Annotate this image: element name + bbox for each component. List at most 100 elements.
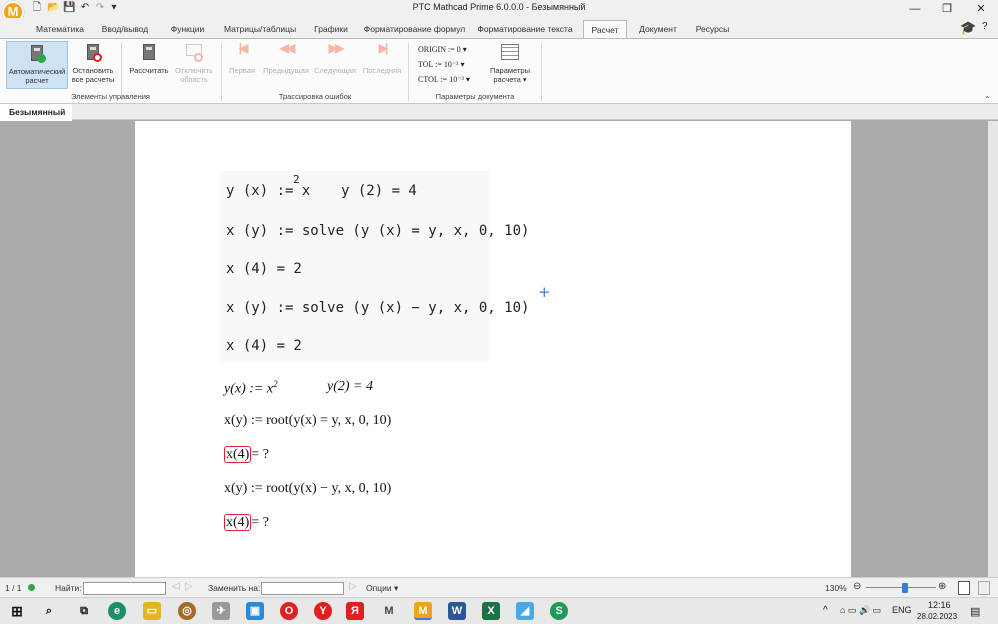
draft-view-icon[interactable] (978, 581, 990, 595)
undo-icon[interactable]: ↶ (79, 2, 91, 14)
open-folder-icon[interactable]: 📂 (47, 2, 59, 14)
doc-params-group-label: Параметры документа (435, 92, 515, 101)
math2-eval-y[interactable]: y(2) = 4 (327, 379, 373, 395)
next-icon: ▶▶ (328, 41, 344, 55)
close-button[interactable]: ✕ (966, 0, 996, 18)
app-icon-4[interactable]: ◢ (516, 602, 534, 620)
math-eval-x-1[interactable]: x (4) = 2 (226, 261, 302, 277)
redo-icon[interactable]: ↷ (94, 2, 106, 14)
calculate-button[interactable]: Рассчитать (126, 41, 172, 75)
stop-calc-button[interactable]: Остановить все расчеты (70, 41, 116, 84)
new-file-icon[interactable]: 🗋 (31, 2, 43, 14)
disable-region-icon (185, 44, 203, 62)
tol-param[interactable]: TOL := 10⁻³ ▾ (418, 60, 464, 69)
tray-icons[interactable]: ⌂ ▭ 🔊 ▭ (840, 605, 881, 616)
yandex-icon[interactable]: Я (346, 602, 364, 620)
crosshair-cursor-icon: + (538, 283, 551, 301)
zoom-slider-thumb[interactable] (902, 583, 908, 593)
last-icon: ▶| (378, 41, 389, 55)
app-icon-1[interactable]: ◎ (178, 602, 196, 620)
previous-icon: ◀◀ (279, 41, 295, 55)
math-eval-y[interactable]: y (2) = 4 (341, 183, 417, 199)
windows-start-icon[interactable]: ⊞ (8, 602, 26, 620)
math2-define-x-root-eq[interactable]: x(y) := root(y(x) = y, x, 0, 10) (224, 413, 391, 429)
search-icon[interactable]: ⌕ (40, 602, 58, 620)
trace-next-button[interactable]: ▶▶ Следующая (312, 41, 358, 75)
edge-browser-icon[interactable]: e (108, 602, 126, 620)
first-icon: |◀ (238, 41, 249, 55)
clock-time[interactable]: 12:16 (928, 600, 951, 610)
maximize-button[interactable]: ❐ (932, 0, 962, 18)
app-icon-5[interactable]: S (550, 602, 568, 620)
calculate-icon (140, 44, 158, 62)
help-icon[interactable]: ? (982, 21, 988, 32)
clock-date[interactable]: 28.02.2023 (917, 612, 957, 621)
calc-options-button[interactable]: Параметры расчета ▾ (484, 41, 536, 84)
math-define-x-solve-diff[interactable]: x (y) := solve (y (x) − y, x, 0, 10) (226, 300, 529, 316)
error-highlight[interactable]: x(4) (224, 514, 252, 531)
quick-access-dropdown-icon[interactable]: ▾ (108, 2, 120, 14)
tray-chevron-icon[interactable]: ^ (823, 605, 828, 616)
auto-calc-button[interactable]: Автоматический расчет (6, 41, 68, 89)
file-explorer-icon[interactable]: ▭ (143, 602, 161, 620)
language-indicator[interactable]: ENG (892, 605, 912, 615)
math2-define-y[interactable]: y(x) := x2 (224, 379, 278, 398)
find-next-icon[interactable]: ▷ (185, 581, 193, 592)
task-view-icon[interactable]: ⧉ (75, 602, 93, 620)
chevron-down-icon: ▾ (522, 75, 527, 84)
tab-text-formatting[interactable]: Форматирование текста (475, 20, 575, 38)
graduation-cap-icon[interactable]: 🎓 (960, 20, 976, 36)
find-input[interactable] (83, 582, 166, 595)
tab-calculation[interactable]: Расчет (583, 20, 627, 38)
vertical-scrollbar[interactable] (988, 121, 998, 577)
save-icon[interactable]: 💾 (63, 2, 75, 14)
tab-math[interactable]: Математика (30, 20, 90, 38)
error-highlight[interactable]: x(4) (224, 446, 252, 463)
disable-region-button[interactable]: Отключить область (172, 41, 216, 84)
word-icon[interactable]: W (448, 602, 466, 620)
tab-document[interactable]: Документ (633, 20, 683, 38)
trace-previous-button[interactable]: ◀◀ Предыдущая (260, 41, 312, 75)
collapse-ribbon-icon[interactable]: ⌃ (984, 95, 991, 104)
tab-math-formatting[interactable]: Форматирование формул (362, 20, 467, 38)
tab-io[interactable]: Ввод/вывод (95, 20, 155, 38)
window-title: PTC Mathcad Prime 6.0.0.0 - Безымянный (412, 2, 586, 12)
find-prev-icon[interactable]: ◁ (172, 581, 180, 592)
windows-taskbar: ⊞ ⌕ ⧉ e ▭ ◎ ✈ ▣ O Y Я M M W X ◢ S ^ ⌂ ▭ … (0, 597, 998, 624)
document-tab[interactable]: Безымянный (0, 104, 72, 121)
origin-param[interactable]: ORIGIN := 0 ▾ (418, 45, 467, 54)
math2-define-x-root-diff[interactable]: x(y) := root(y(x) − y, x, 0, 10) (224, 481, 391, 497)
app-icon-2[interactable]: ✈ (212, 602, 230, 620)
replace-input[interactable] (261, 582, 344, 595)
trace-group-label: Трассировка ошибок (278, 92, 352, 101)
minimize-button[interactable]: — (900, 0, 930, 18)
tab-plots[interactable]: Графики (306, 20, 356, 38)
math-eval-x-2[interactable]: x (4) = 2 (226, 338, 302, 354)
math2-eval-x-error-1[interactable]: x(4) = ? (224, 446, 269, 463)
mathcad-taskbar-icon[interactable]: M (380, 602, 398, 620)
chevron-down-icon: ▾ (460, 60, 465, 69)
yandex-browser-icon[interactable]: Y (314, 602, 332, 620)
options-dropdown[interactable]: Опции ▾ (366, 583, 398, 594)
tab-functions[interactable]: Функции (160, 20, 215, 38)
zoom-out-icon[interactable]: ⊖ (853, 581, 861, 592)
zoom-level: 130% (825, 583, 847, 593)
opera-icon[interactable]: O (280, 602, 298, 620)
stop-calc-icon (84, 44, 102, 62)
math2-eval-x-error-2[interactable]: x(4) = ? (224, 514, 269, 531)
excel-icon[interactable]: X (482, 602, 500, 620)
zoom-in-icon[interactable]: ⊕ (938, 581, 946, 592)
trace-last-button[interactable]: ▶| Последняя (360, 41, 404, 75)
tab-matrices[interactable]: Матрицы/таблицы (220, 20, 300, 38)
replace-icon[interactable]: ▷ (349, 581, 357, 592)
math-define-x-solve-eq[interactable]: x (y) := solve (y (x) = y, x, 0, 10) (226, 223, 529, 239)
page-view-icon[interactable] (958, 581, 970, 595)
math-exponent: 2 (293, 173, 300, 186)
mathcad-prime-active-icon[interactable]: M (414, 602, 432, 620)
zoom-slider[interactable] (866, 587, 936, 588)
tab-resources[interactable]: Ресурсы (690, 20, 735, 38)
app-icon-3[interactable]: ▣ (246, 602, 264, 620)
notifications-icon[interactable]: ▤ (970, 605, 980, 618)
trace-first-button[interactable]: |◀ Первая (225, 41, 259, 75)
ctol-param[interactable]: CTOL := 10⁻³ ▾ (418, 75, 470, 84)
